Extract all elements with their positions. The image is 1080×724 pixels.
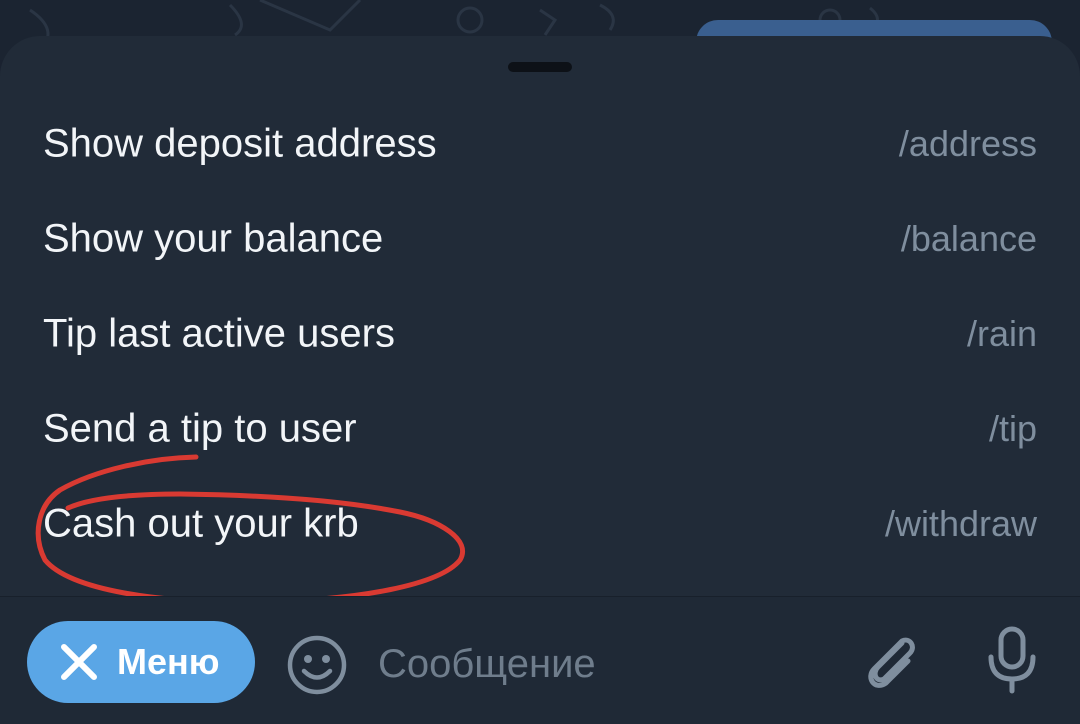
command-description: Cash out your krb [43, 501, 359, 545]
command-item-address[interactable]: Show deposit address /address [0, 96, 1080, 191]
emoji-icon[interactable] [286, 634, 348, 696]
sheet-drag-handle[interactable] [508, 62, 572, 72]
bot-commands-sheet: Show deposit address /address Show your … [0, 36, 1080, 596]
menu-button[interactable]: Меню [27, 621, 255, 703]
command-name: /rain [966, 312, 1037, 354]
menu-button-label: Меню [117, 641, 220, 682]
command-item-balance[interactable]: Show your balance /balance [0, 191, 1080, 286]
command-description: Send a tip to user [43, 406, 357, 450]
close-icon [61, 644, 97, 680]
command-description: Show your balance [43, 216, 384, 260]
command-item-tip[interactable]: Send a tip to user /tip [0, 381, 1080, 476]
command-name: /balance [900, 217, 1037, 259]
command-item-rain[interactable]: Tip last active users /rain [0, 286, 1080, 381]
command-name: /address [898, 122, 1037, 164]
telegram-chat-screen: Show deposit address /address Show your … [0, 0, 1080, 724]
message-input[interactable] [378, 635, 818, 693]
command-description: Show deposit address [43, 121, 437, 165]
paperclip-icon[interactable] [858, 627, 924, 693]
command-name: /withdraw [884, 502, 1037, 544]
command-name: /tip [988, 407, 1037, 449]
microphone-icon[interactable] [984, 625, 1040, 697]
command-description: Tip last active users [43, 311, 395, 355]
message-input-bar: Меню [0, 596, 1080, 724]
command-item-withdraw[interactable]: Cash out your krb /withdraw [0, 476, 1080, 571]
